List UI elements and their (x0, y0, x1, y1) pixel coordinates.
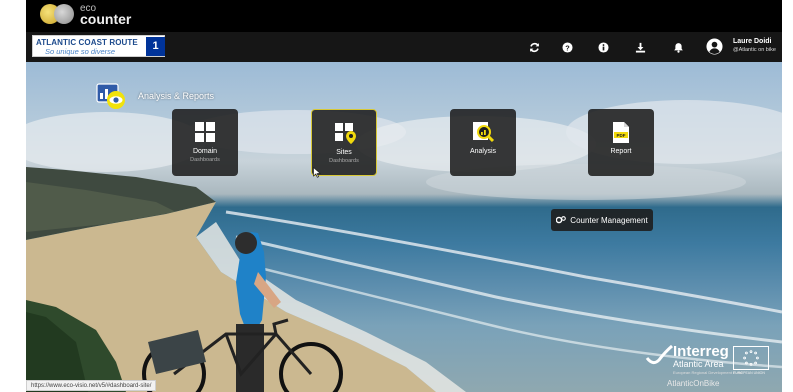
atlantic-on-bike-label: AtlanticOnBike (667, 379, 720, 388)
mouse-cursor-icon (313, 167, 321, 178)
user-avatar-icon[interactable] (706, 38, 723, 55)
bell-icon[interactable] (671, 40, 685, 54)
info-icon[interactable] (596, 40, 610, 54)
tile-sublabel: Dashboards (190, 157, 220, 163)
svg-text:PDF: PDF (617, 133, 626, 138)
tile-report[interactable]: PDF Report (588, 109, 654, 176)
navbar: ATLANTIC COAST ROUTE So unique so divers… (26, 32, 789, 62)
right-margin (782, 0, 793, 392)
domain-dashboard-icon (195, 122, 215, 142)
brand-subtitle: So unique so diverse (45, 47, 116, 56)
tile-label: Sites (336, 149, 352, 156)
gears-icon (556, 216, 567, 224)
eu-caption: EUROPEAN UNION (733, 371, 765, 375)
interreg-logo: Interreg Atlantic Area European Regional… (637, 343, 777, 391)
chevron-down-icon[interactable] (783, 41, 789, 49)
left-margin (0, 0, 26, 392)
logo-line2: counter (80, 11, 132, 27)
tile-sites-dashboards[interactable]: Sites Dashboards (311, 109, 377, 176)
analysis-reports-icon (96, 83, 125, 109)
eu-flag-icon (733, 346, 769, 370)
refresh-icon[interactable] (527, 40, 541, 54)
hero-background: Analysis & Reports Domain Dashboards Sit… (26, 62, 782, 392)
status-bar-url: https://www.eco-visio.net/v5/#dashboard-… (26, 380, 157, 391)
logo-text: eco counter (80, 4, 132, 27)
interreg-fineprint: European Regional Development Fund (673, 370, 743, 375)
eco-counter-logo: eco counter (40, 1, 131, 27)
sites-dashboard-icon (335, 123, 356, 144)
section-title: Analysis & Reports (138, 91, 215, 101)
user-organization: @Atlantic on bike (733, 47, 776, 53)
interreg-swoosh-icon (645, 344, 673, 365)
atlantic-coast-route-logo[interactable]: ATLANTIC COAST ROUTE So unique so divers… (32, 35, 165, 57)
top-strip (26, 0, 782, 32)
analysis-icon (473, 122, 495, 143)
interreg-subtitle: Atlantic Area (673, 359, 724, 369)
tile-sublabel: Dashboards (329, 158, 359, 164)
user-name[interactable]: Laure Doidi (733, 38, 772, 45)
eurovelo-badge: 1 (146, 37, 165, 56)
brand-title: ATLANTIC COAST ROUTE (36, 38, 138, 47)
tile-label: Report (610, 148, 632, 155)
counter-management-label: Counter Management (570, 215, 648, 225)
tile-label: Domain (192, 148, 218, 155)
download-icon[interactable] (633, 40, 647, 54)
pdf-report-icon: PDF (613, 122, 629, 143)
help-icon[interactable]: ? (560, 40, 574, 54)
svg-text:?: ? (565, 43, 570, 52)
logo-moon-icon (54, 4, 74, 24)
tile-analysis[interactable]: Analysis (450, 109, 516, 176)
counter-management-button[interactable]: Counter Management (551, 209, 653, 231)
interreg-title: Interreg (673, 343, 729, 360)
tile-label: Analysis (469, 148, 497, 155)
tile-domain-dashboards[interactable]: Domain Dashboards (172, 109, 238, 176)
